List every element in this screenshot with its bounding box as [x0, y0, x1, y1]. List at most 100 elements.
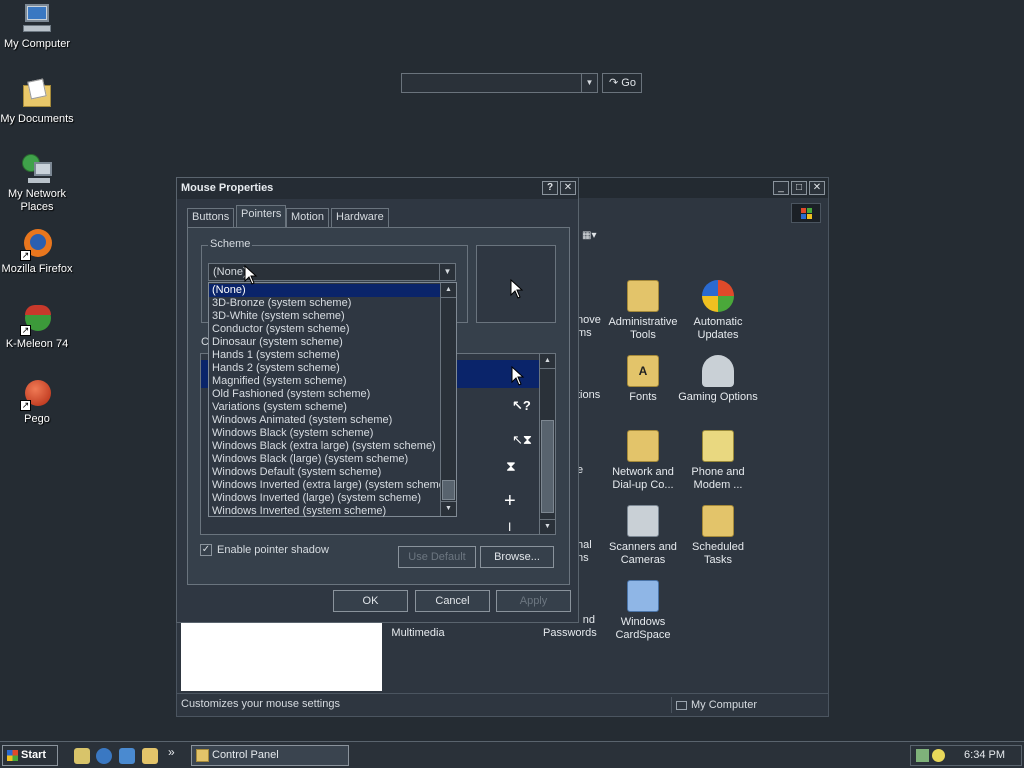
scheme-option[interactable]: Magnified (system scheme): [209, 375, 440, 388]
scroll-down-icon[interactable]: ▼: [540, 519, 555, 534]
scrollbar-thumb[interactable]: [541, 420, 554, 513]
cp-partial-label: nal ns: [577, 539, 592, 564]
cancel-button[interactable]: Cancel: [415, 590, 490, 612]
views-dropdown-icon[interactable]: ▦▾: [582, 230, 604, 244]
desktop-icon-firefox[interactable]: ↗ Mozilla Firefox: [0, 227, 74, 276]
tab-motion[interactable]: Motion: [286, 208, 330, 227]
go-arrow-icon: ↷: [609, 77, 619, 89]
cp-icon-network-dialup[interactable]: Network and Dial-up Co...: [603, 430, 683, 492]
scheme-option[interactable]: Windows Default (system scheme): [209, 466, 440, 479]
list-scrollbar[interactable]: ▲ ▼: [539, 354, 555, 534]
scheme-option[interactable]: Variations (system scheme): [209, 401, 440, 414]
scrollbar-thumb[interactable]: [442, 480, 455, 500]
scheme-label: Scheme: [208, 238, 253, 250]
mouse-pointer-icon: [244, 265, 258, 285]
tab-pointers[interactable]: Pointers: [236, 205, 287, 227]
scheme-option[interactable]: Windows Black (extra large) (system sche…: [209, 440, 440, 453]
dialog-titlebar[interactable]: Mouse Properties ? ✕: [177, 178, 578, 199]
network-icon: [20, 152, 54, 186]
scheme-option[interactable]: Dinosaur (system scheme): [209, 336, 440, 349]
windows-explorer-icon[interactable]: [142, 748, 158, 764]
scheme-option[interactable]: Windows Inverted (large) (system scheme): [209, 492, 440, 505]
scroll-up-icon[interactable]: ▲: [540, 354, 555, 369]
minimize-button[interactable]: _: [773, 181, 789, 195]
desktop-icon-network-places[interactable]: My Network Places: [0, 152, 74, 214]
internet-explorer-icon[interactable]: [96, 748, 112, 764]
status-bar: Customizes your mouse settings My Comput…: [177, 693, 828, 715]
desktop-icon-label: My Computer: [3, 38, 71, 50]
status-location: My Computer: [671, 697, 757, 713]
desktop-icon-my-documents[interactable]: My Documents: [0, 77, 74, 126]
scheme-option[interactable]: Conductor (system scheme): [209, 323, 440, 336]
close-button[interactable]: ✕: [809, 181, 825, 195]
dropdown-items: (None) 3D-Bronze (system scheme) 3D-White …: [209, 284, 440, 518]
desktop-icon-my-computer[interactable]: My Computer: [0, 2, 74, 51]
cp-icon-fonts[interactable]: A Fonts: [603, 355, 683, 404]
desktop-icon-pego[interactable]: ↗ Pego: [0, 377, 74, 426]
precision-cursor-icon: +: [504, 490, 516, 512]
desktop-icon-k-meleon[interactable]: ↗ K-Meleon 74: [0, 302, 74, 351]
computer-icon: [20, 2, 54, 36]
cardspace-icon: [627, 580, 659, 612]
scheme-option[interactable]: 3D-White (system scheme): [209, 310, 440, 323]
cp-icon-gaming-options[interactable]: Gaming Options: [678, 355, 758, 404]
address-bar-input[interactable]: ▼: [401, 73, 598, 93]
go-button[interactable]: ↷ Go: [602, 73, 642, 93]
scheme-option[interactable]: (None): [209, 284, 440, 297]
cp-partial-label: tions: [577, 389, 601, 401]
help-cursor-icon: ↖?: [512, 398, 531, 413]
show-desktop-icon[interactable]: [74, 748, 90, 764]
quicklaunch-more-button[interactable]: »: [168, 745, 175, 759]
shortcut-arrow-icon: ↗: [20, 400, 31, 411]
security-tray-icon[interactable]: [932, 749, 945, 762]
apply-button[interactable]: Apply: [496, 590, 571, 612]
system-tray: 6:34 PM: [910, 745, 1022, 766]
cp-icon-scheduled-tasks[interactable]: Scheduled Tasks: [678, 505, 758, 567]
cp-icon-multimedia[interactable]: Multimedia: [378, 627, 458, 640]
dropdown-scrollbar[interactable]: ▲ ▼: [440, 283, 456, 516]
browse-button[interactable]: Browse...: [480, 546, 554, 568]
scheme-option[interactable]: Windows Black (system scheme): [209, 427, 440, 440]
cp-icon-cardspace[interactable]: Windows CardSpace: [603, 580, 683, 642]
scheme-option[interactable]: Hands 2 (system scheme): [209, 362, 440, 375]
scroll-down-icon[interactable]: ▼: [441, 501, 456, 516]
scheme-option[interactable]: Windows Black (large) (system scheme): [209, 453, 440, 466]
dialog-title: Mouse Properties: [181, 182, 274, 194]
dialog-close-button[interactable]: ✕: [560, 181, 576, 195]
ok-button[interactable]: OK: [333, 590, 408, 612]
chevron-down-icon[interactable]: ▼: [581, 74, 597, 92]
cp-icon-automatic-updates[interactable]: Automatic Updates: [678, 280, 758, 342]
cp-icon-administrative-tools[interactable]: Administrative Tools: [603, 280, 683, 342]
scheme-option[interactable]: Old Fashioned (system scheme): [209, 388, 440, 401]
cp-icon-scanners-cameras[interactable]: Scanners and Cameras: [603, 505, 683, 567]
scheme-option[interactable]: 3D-Bronze (system scheme): [209, 297, 440, 310]
tab-hardware[interactable]: Hardware: [331, 208, 389, 227]
chevron-down-icon[interactable]: ▼: [439, 264, 455, 280]
use-default-button[interactable]: Use Default: [398, 546, 476, 568]
network-connections-icon: [627, 430, 659, 462]
cp-icon-phone-modem[interactable]: Phone and Modem ...: [678, 430, 758, 492]
scheme-option[interactable]: Windows Animated (system scheme): [209, 414, 440, 427]
working-cursor-icon: ↖⧗: [512, 432, 533, 447]
cp-icon-label: Windows CardSpace: [615, 616, 671, 641]
outlook-express-icon[interactable]: [119, 748, 135, 764]
maximize-button[interactable]: □: [791, 181, 807, 195]
busy-cursor-icon: ⧗: [506, 458, 516, 474]
clock[interactable]: 6:34 PM: [964, 749, 1005, 761]
start-button[interactable]: Start: [2, 745, 58, 766]
help-button[interactable]: ?: [542, 181, 558, 195]
taskbar-button-control-panel[interactable]: Control Panel: [191, 745, 349, 766]
scheme-option[interactable]: Windows Inverted (extra large) (system s…: [209, 479, 440, 492]
cp-icon-label: Administrative Tools: [608, 316, 678, 341]
scroll-up-icon[interactable]: ▲: [441, 283, 456, 298]
scheme-option[interactable]: Windows Inverted (system scheme): [209, 505, 440, 518]
enable-shadow-label: Enable pointer shadow: [217, 544, 329, 556]
desktop-icon-label: K-Meleon 74: [5, 338, 69, 350]
scheme-option[interactable]: Hands 1 (system scheme): [209, 349, 440, 362]
tab-buttons[interactable]: Buttons: [187, 208, 235, 227]
enable-pointer-shadow-checkbox[interactable]: ✓ Enable pointer shadow: [200, 544, 329, 557]
network-tray-icon[interactable]: [916, 749, 929, 762]
checkbox-check-icon[interactable]: ✓: [200, 544, 212, 557]
task-label: Control Panel: [212, 749, 279, 761]
scheme-dropdown-list[interactable]: (None) 3D-Bronze (system scheme) 3D-White …: [208, 282, 457, 517]
